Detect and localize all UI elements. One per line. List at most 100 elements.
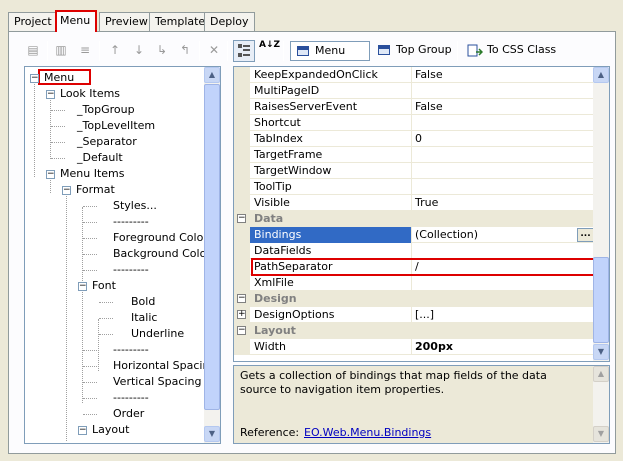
scroll-thumb[interactable] <box>593 257 609 343</box>
category-row-data[interactable]: − Data <box>234 211 595 227</box>
outdent-icon[interactable]: ↰ <box>178 43 192 57</box>
tree-node-separator-line[interactable]: --------- <box>25 214 205 230</box>
property-row[interactable]: TargetFrame <box>234 147 595 163</box>
tree-node-horizontal-spacing[interactable]: Horizontal Spacing <box>25 358 216 374</box>
reference-link[interactable]: EO.Web.Menu.Bindings <box>304 426 431 439</box>
expand-toggle[interactable]: + <box>237 310 246 319</box>
collapse-toggle[interactable]: − <box>30 74 39 83</box>
tree-node-separator[interactable]: _Separator <box>25 134 205 150</box>
indent-icon[interactable]: ↳ <box>155 43 169 57</box>
scroll-up-icon[interactable]: ▲ <box>593 366 609 382</box>
row-gutter <box>234 147 250 163</box>
property-row[interactable]: KeepExpandedOnClick False <box>234 67 595 83</box>
edit-collection-button[interactable]: ... <box>577 228 594 242</box>
scroll-up-icon[interactable]: ▲ <box>593 67 609 83</box>
tree-node-format[interactable]: − Format <box>25 182 205 198</box>
scroll-up-icon[interactable]: ▲ <box>204 67 220 83</box>
tree-node-separator-line[interactable]: --------- <box>25 390 205 406</box>
row-gutter <box>234 195 250 211</box>
property-row[interactable]: Shortcut <box>234 115 595 131</box>
collapse-toggle[interactable]: − <box>78 426 87 435</box>
categorized-view-button[interactable] <box>233 40 255 62</box>
row-gutter <box>234 67 250 83</box>
property-row-bindings[interactable]: Bindings (Collection)... <box>234 227 595 243</box>
property-grid-scrollbar[interactable]: ▲ ▼ <box>593 67 609 361</box>
tree-node-styles[interactable]: Styles... <box>25 198 205 214</box>
tree-node-menu[interactable]: − Menu <box>25 70 205 86</box>
property-value[interactable]: False <box>415 68 443 81</box>
collapse-toggle[interactable]: − <box>46 170 55 179</box>
property-value[interactable]: [...] <box>415 308 434 321</box>
collapse-toggle[interactable]: − <box>237 326 246 335</box>
property-row[interactable]: XmlFile <box>234 275 595 291</box>
property-value[interactable]: 0 <box>415 132 422 145</box>
tree-node-vertical-spacing[interactable]: Vertical Spacing <box>25 374 205 390</box>
tree-node-bold[interactable]: Bold <box>25 294 205 310</box>
tab-preview[interactable]: Preview <box>99 12 154 31</box>
property-row[interactable]: ToolTip <box>234 179 595 195</box>
insert-separator-icon[interactable]: ≡ <box>78 43 92 57</box>
tree-node-default[interactable]: _Default <box>25 150 205 166</box>
property-row[interactable]: DataFields <box>234 243 595 259</box>
property-value[interactable]: False <box>415 100 443 113</box>
property-value[interactable]: 200px <box>415 340 453 353</box>
tree-scrollbar[interactable]: ▲ ▼ <box>204 67 220 443</box>
tree-node-order[interactable]: Order <box>25 406 205 422</box>
tree-node-label: _Separator <box>77 135 137 148</box>
tab-project[interactable]: Project <box>8 12 58 31</box>
scroll-down-icon[interactable]: ▼ <box>593 344 609 360</box>
scroll-thumb[interactable] <box>204 84 220 410</box>
collapse-toggle[interactable]: − <box>237 294 246 303</box>
property-row[interactable]: Width 200px <box>234 339 595 355</box>
scroll-down-icon[interactable]: ▼ <box>204 426 220 442</box>
object-selector-combo[interactable]: Menu <box>290 41 370 61</box>
collapse-toggle[interactable]: − <box>237 214 246 223</box>
tree-node-background-color[interactable]: Background Color... <box>25 246 220 262</box>
tree-node-underline[interactable]: Underline <box>25 326 205 342</box>
move-down-icon[interactable]: ↓ <box>132 43 146 57</box>
tree-node-top-group[interactable]: _TopGroup <box>25 102 205 118</box>
tree-line <box>51 110 65 111</box>
property-value[interactable]: True <box>415 196 438 209</box>
tree-node-foreground-color[interactable]: Foreground Color... <box>25 230 217 246</box>
property-row[interactable]: Visible True <box>234 195 595 211</box>
top-group-button[interactable]: Top Group <box>376 40 452 62</box>
property-row[interactable]: MultiPageID <box>234 83 595 99</box>
move-up-icon[interactable]: ↑ <box>108 43 122 57</box>
tree-node-separator-line[interactable]: --------- <box>25 342 205 358</box>
insert-item-icon[interactable]: ▥ <box>54 43 68 57</box>
property-row[interactable]: + DesignOptions [...] <box>234 307 595 323</box>
category-row-layout[interactable]: − Layout <box>234 323 595 339</box>
tree-line <box>83 398 97 399</box>
tree-node-separator-line[interactable]: --------- <box>25 262 205 278</box>
property-name: RaisesServerEvent <box>254 100 358 113</box>
property-row[interactable]: RaisesServerEvent False <box>234 99 595 115</box>
tree-node-font[interactable]: − Font <box>25 278 205 294</box>
tree-node-italic[interactable]: Italic <box>25 310 205 326</box>
property-row[interactable]: TabIndex 0 <box>234 131 595 147</box>
tree-node-label: Menu Items <box>60 167 125 180</box>
collapse-toggle[interactable]: − <box>78 282 87 291</box>
tree-node-top-level-item[interactable]: _TopLevelItem <box>25 118 205 134</box>
delete-icon[interactable]: ✕ <box>207 43 221 57</box>
add-item-icon[interactable]: ▤ <box>26 43 40 57</box>
tree-line <box>83 414 97 415</box>
property-row[interactable]: TargetWindow <box>234 163 595 179</box>
category-row-design[interactable]: − Design <box>234 291 595 307</box>
tree-node-look-items[interactable]: − Look Items <box>25 86 205 102</box>
description-scrollbar[interactable]: ▲ ▼ <box>593 366 609 443</box>
row-gutter <box>234 339 250 355</box>
tab-deploy[interactable]: Deploy <box>204 12 255 31</box>
tree-node-layout[interactable]: − Layout <box>25 422 205 438</box>
collapse-toggle[interactable]: − <box>46 90 55 99</box>
to-css-class-button[interactable]: To CSS Class <box>465 40 556 62</box>
collapse-toggle[interactable]: − <box>62 186 71 195</box>
property-value[interactable]: (Collection) <box>415 228 478 241</box>
alphabetical-sort-icon[interactable]: A↓Z <box>259 41 280 61</box>
tab-template[interactable]: Template <box>149 12 212 31</box>
tab-label: Preview <box>105 15 148 28</box>
tab-menu[interactable]: Menu <box>55 10 98 32</box>
scroll-down-icon[interactable]: ▼ <box>593 426 609 442</box>
tree-node-menu-items[interactable]: − Menu Items <box>25 166 205 182</box>
tree-line <box>99 318 113 319</box>
